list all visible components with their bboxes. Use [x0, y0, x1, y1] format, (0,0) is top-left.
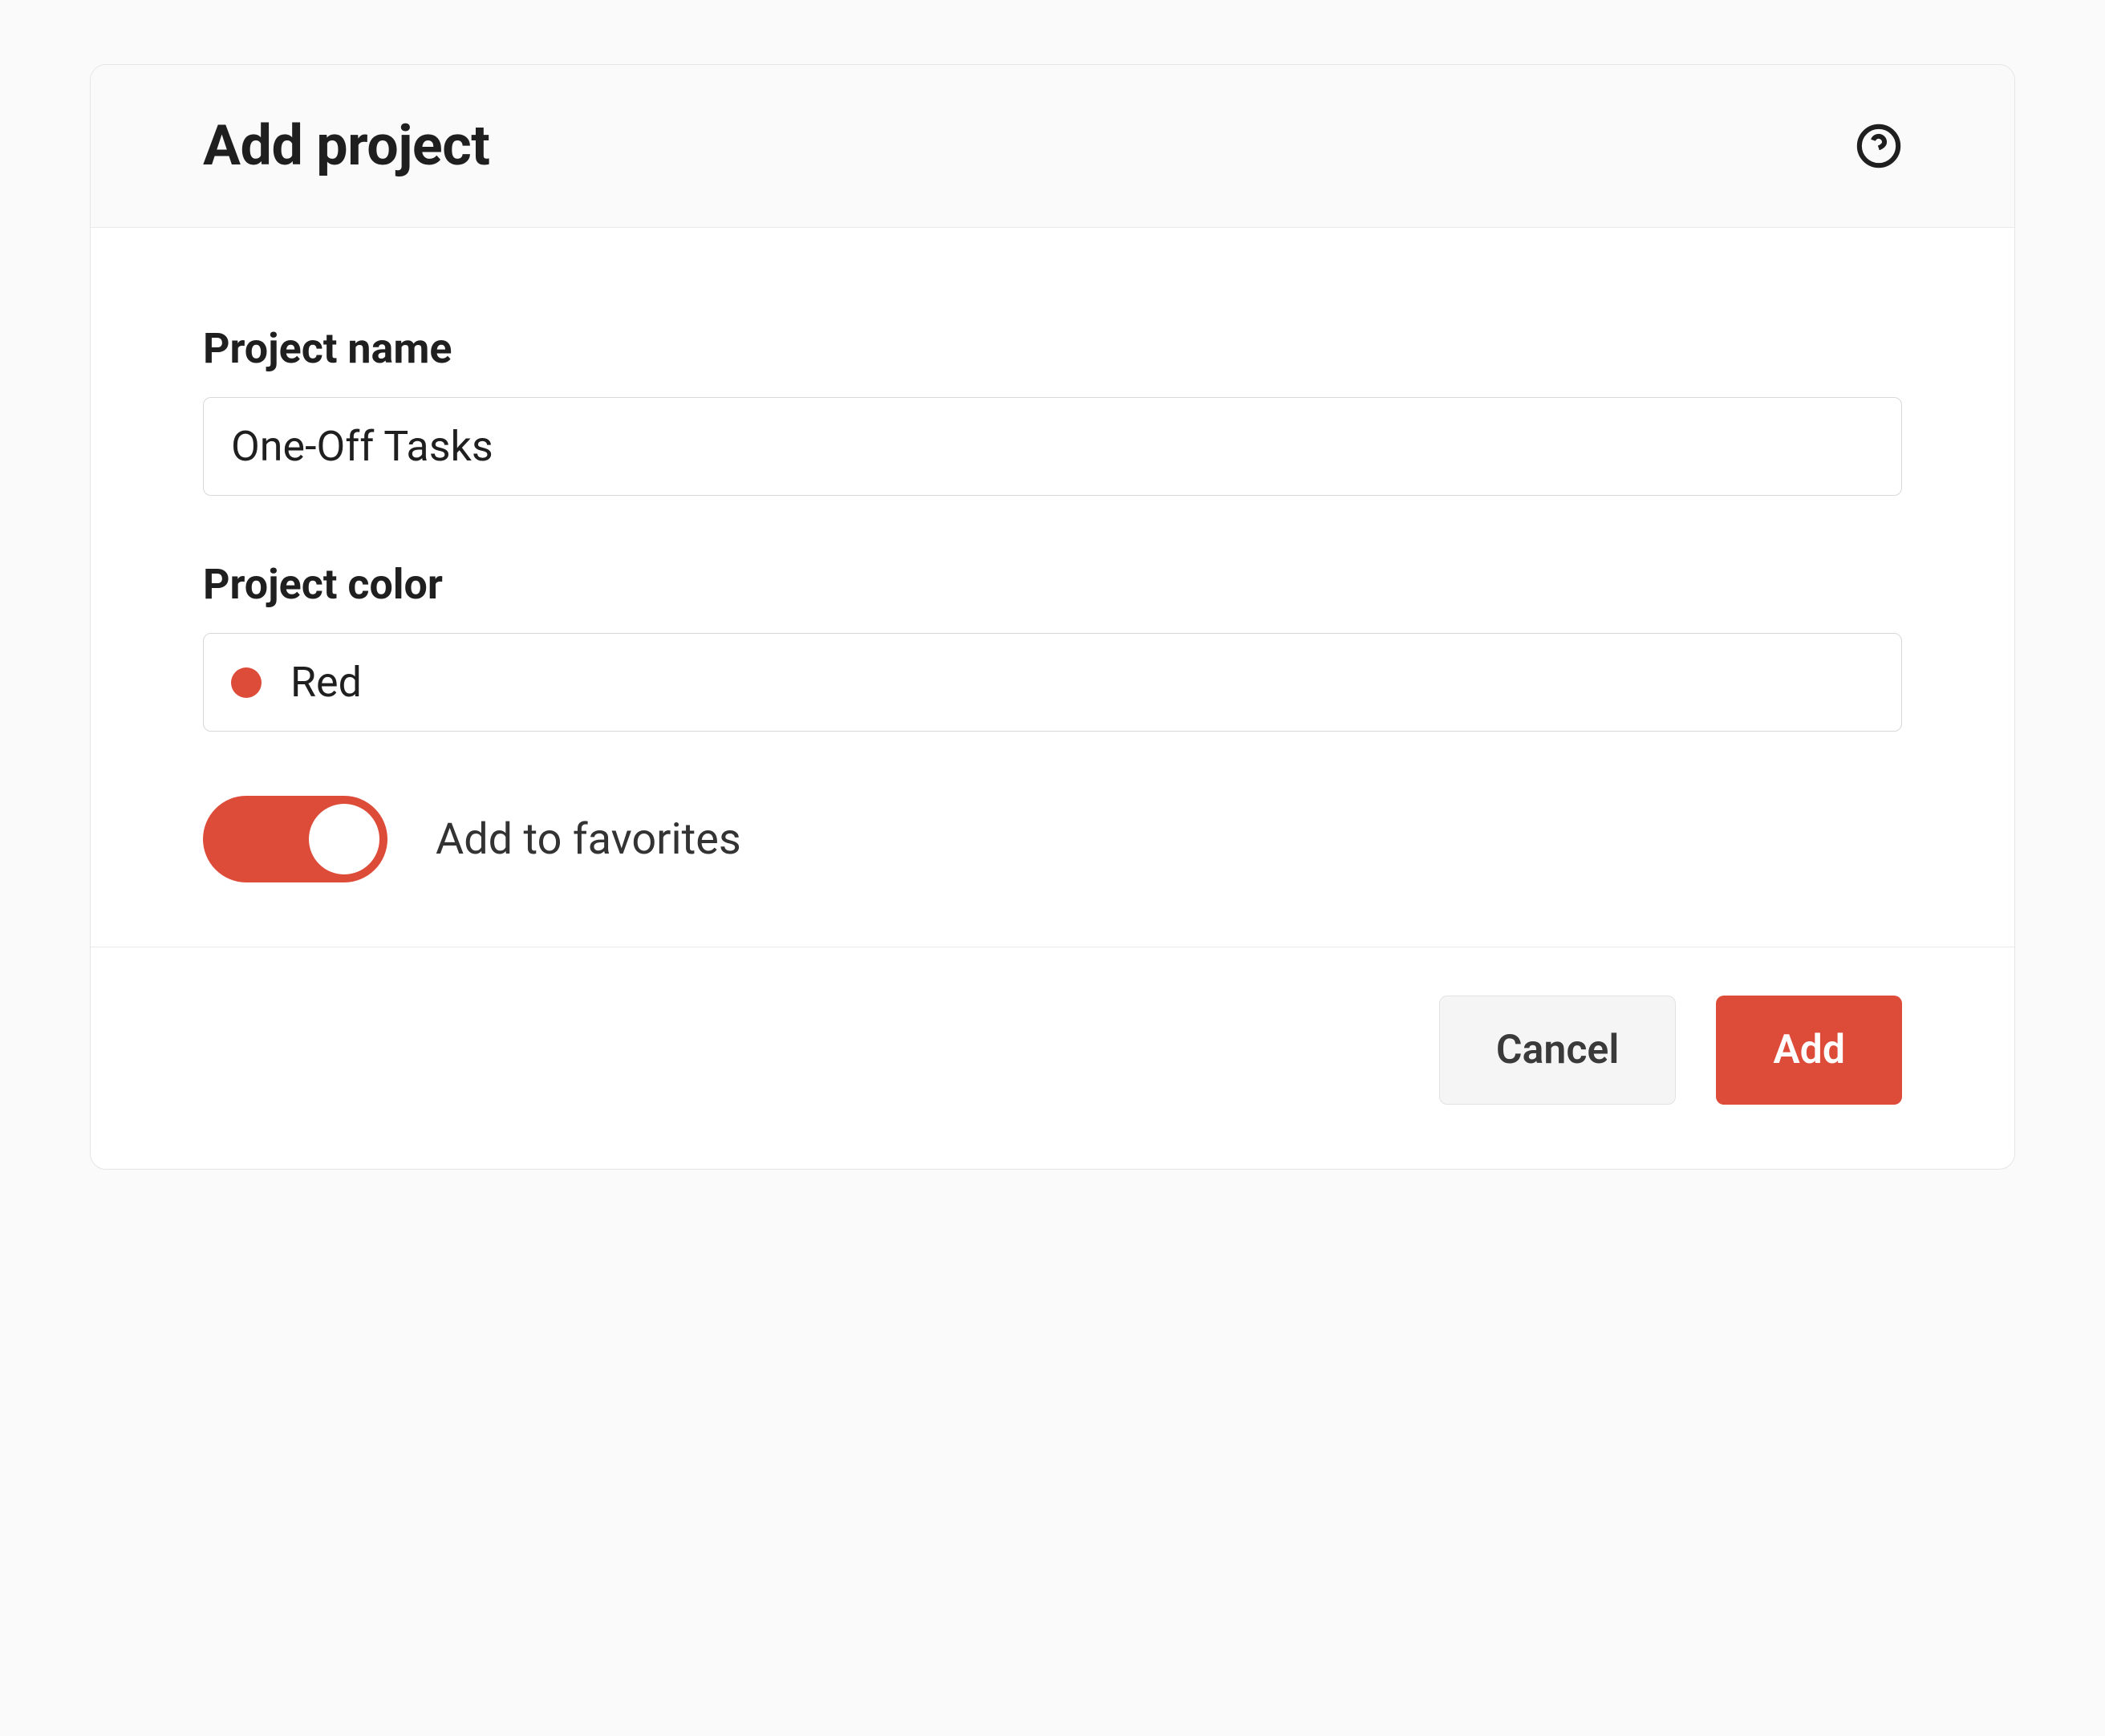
dialog-title: Add project	[203, 113, 489, 179]
dialog-body: Project name Project color Red Add to fa…	[91, 228, 2014, 947]
project-name-label: Project name	[203, 324, 1902, 373]
toggle-thumb	[309, 804, 379, 874]
project-name-group: Project name	[203, 324, 1902, 496]
help-icon[interactable]	[1856, 123, 1902, 169]
project-name-input[interactable]	[203, 397, 1902, 496]
cancel-button[interactable]: Cancel	[1439, 996, 1676, 1105]
project-color-group: Project color Red	[203, 560, 1902, 732]
color-swatch-icon	[231, 667, 262, 698]
project-color-label: Project color	[203, 560, 1902, 609]
favorites-toggle-row: Add to favorites	[203, 796, 1902, 882]
selected-color-name: Red	[290, 658, 362, 707]
favorites-toggle-label: Add to favorites	[436, 814, 741, 865]
add-button[interactable]: Add	[1716, 996, 1902, 1105]
project-color-select[interactable]: Red	[203, 633, 1902, 732]
dialog-footer: Cancel Add	[91, 947, 2014, 1169]
add-project-dialog: Add project Project name Project color R…	[90, 64, 2015, 1170]
dialog-header: Add project	[91, 65, 2014, 228]
favorites-toggle[interactable]	[203, 796, 387, 882]
